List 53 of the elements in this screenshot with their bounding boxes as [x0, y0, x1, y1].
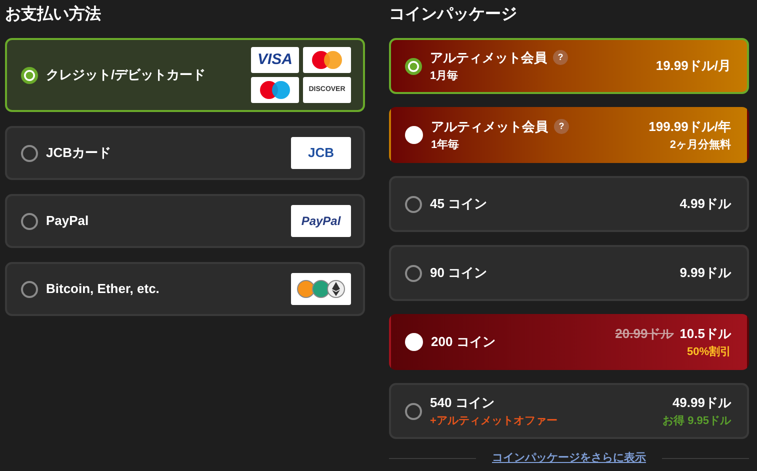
mastercard-logo [303, 47, 351, 73]
crypto-coins-icon [291, 273, 351, 305]
radio-button[interactable] [405, 58, 422, 74]
payment-option[interactable]: JCBカード JCB [5, 126, 365, 180]
package-name: 45 コイン [430, 195, 488, 214]
package-name: アルティメット会員 [430, 49, 547, 67]
visa-logo: VISA [251, 47, 299, 73]
price: 10.5ドル [680, 326, 731, 341]
radio-button[interactable] [405, 402, 422, 420]
package-option[interactable]: 90 コイン 9.99ドル [389, 245, 749, 301]
package-option[interactable]: 45 コイン 4.99ドル [389, 176, 749, 232]
payment-option[interactable]: PayPal PayPal [5, 194, 365, 248]
price: 49.99ドル [672, 395, 731, 410]
more-link[interactable]: コインパッケージをさらに表示 [492, 450, 646, 466]
maestro-logo [251, 77, 299, 103]
package-name: 540 コイン [430, 394, 494, 412]
package-option[interactable]: 540 コイン +アルティメットオファー 49.99ドル お得 9.95ドル [389, 383, 749, 439]
section-title: お支払い方法 [5, 5, 102, 25]
package-name: 90 コイン [430, 264, 488, 282]
paypal-logo: PayPal [291, 205, 351, 237]
radio-button[interactable] [405, 126, 423, 144]
radio-button[interactable] [405, 196, 422, 212]
package-option[interactable]: 200 コイン 20.99ドル 10.5ドル 50%割引 [389, 314, 749, 370]
saving-text: お得 9.95ドル [662, 414, 731, 428]
billing-period: 1月毎 [430, 68, 460, 84]
price: 199.99ドル/年 [648, 119, 731, 134]
offer-text: +アルティメットオファー [430, 414, 558, 428]
bonus-text: 2ヶ月分無料 [668, 138, 731, 152]
radio-button[interactable] [21, 280, 38, 298]
billing-period: 1年毎 [431, 138, 460, 152]
radio-button[interactable] [21, 144, 38, 162]
price: 9.99ドル [680, 265, 731, 280]
package-name: アルティメット会員 [431, 118, 548, 136]
radio-button[interactable] [21, 212, 38, 230]
price: 19.99ドル/月 [656, 58, 731, 74]
price: 4.99ドル [680, 196, 731, 212]
option-label: Bitcoin, Ether, etc. [46, 280, 160, 298]
package-option[interactable]: アルティメット会員 ? 1月毎 19.99ドル/月 [389, 38, 749, 94]
old-price: 20.99ドル [615, 326, 674, 341]
radio-button[interactable] [405, 333, 423, 351]
discount-text: 50%割引 [686, 344, 731, 360]
radio-button[interactable] [21, 66, 38, 84]
help-icon[interactable]: ? [554, 119, 569, 134]
option-label: JCBカード [46, 144, 112, 162]
option-label: PayPal [46, 212, 90, 230]
option-label: クレジット/デビットカード [46, 66, 207, 84]
package-name: 200 コイン [431, 333, 496, 352]
package-option[interactable]: アルティメット会員 ? 1年毎 199.99ドル/年 2ヶ月分無料 [389, 107, 749, 163]
payment-option[interactable]: Bitcoin, Ether, etc. [5, 262, 365, 316]
radio-button[interactable] [405, 264, 422, 282]
jcb-logo: JCB [291, 137, 351, 169]
help-icon[interactable]: ? [553, 50, 568, 66]
section-title: コインパッケージ [389, 5, 518, 25]
